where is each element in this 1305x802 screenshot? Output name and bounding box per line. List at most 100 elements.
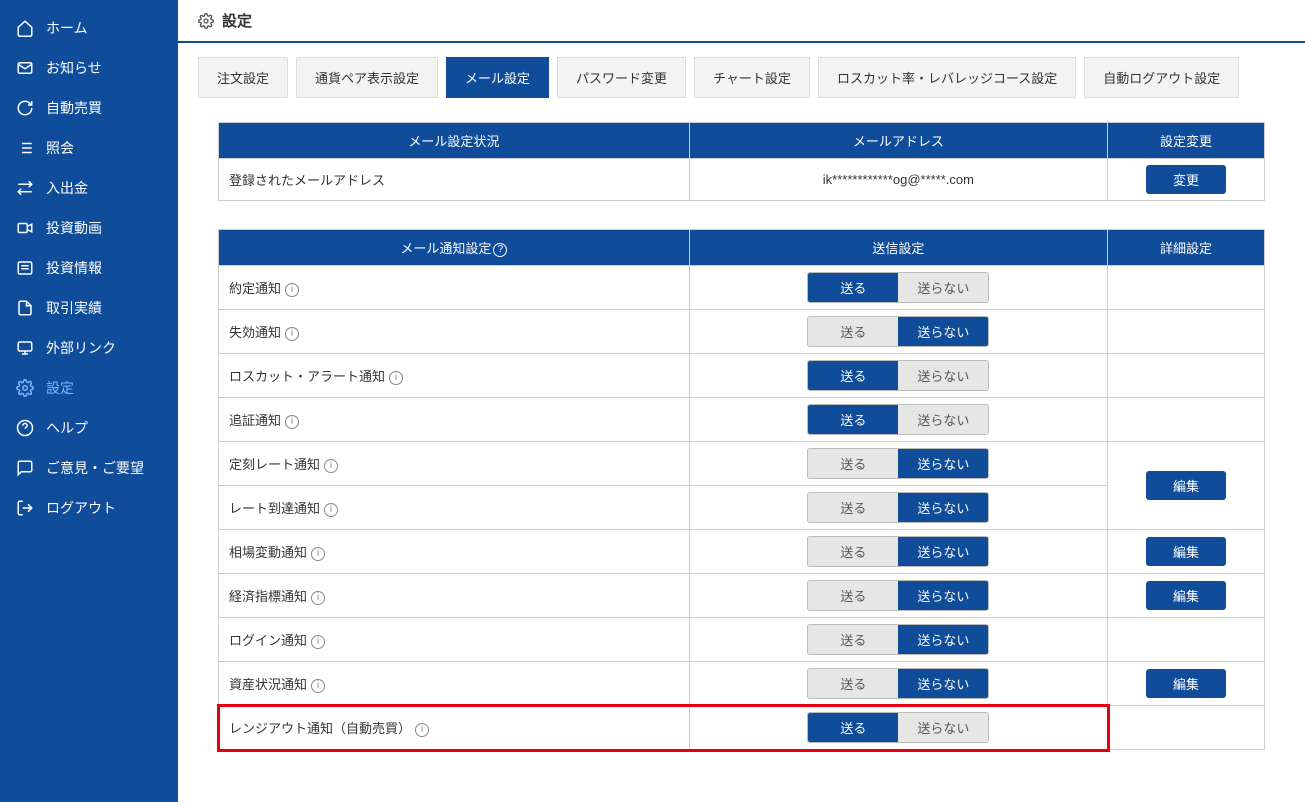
nosend-option[interactable]: 送らない	[898, 537, 988, 566]
sidebar-item-label: ヘルプ	[46, 418, 88, 438]
nosend-option[interactable]: 送らない	[898, 669, 988, 698]
notify-label: 相場変動通知i	[219, 530, 690, 574]
send-option[interactable]: 送る	[808, 537, 898, 566]
send-toggle[interactable]: 送る送らない	[807, 580, 989, 611]
notify-label: 約定通知i	[219, 266, 690, 310]
notify-header-detail: 詳細設定	[1108, 230, 1265, 266]
info-icon[interactable]: i	[311, 547, 325, 561]
send-toggle[interactable]: 送る送らない	[807, 624, 989, 655]
sidebar-item-inquiry[interactable]: 照会	[0, 128, 178, 168]
detail-cell: 編集	[1108, 662, 1265, 706]
info-icon[interactable]: i	[285, 327, 299, 341]
info-icon[interactable]: i	[311, 635, 325, 649]
notify-row: レンジアウト通知（自動売買）i送る送らない	[219, 706, 1265, 750]
sidebar-item-history[interactable]: 取引実績	[0, 288, 178, 328]
send-option[interactable]: 送る	[808, 449, 898, 478]
nosend-option[interactable]: 送らない	[898, 273, 988, 302]
send-option[interactable]: 送る	[808, 361, 898, 390]
info-icon[interactable]: i	[389, 371, 403, 385]
tab-4[interactable]: チャート設定	[694, 57, 810, 98]
send-toggle[interactable]: 送る送らない	[807, 492, 989, 523]
sidebar-item-info[interactable]: 投資情報	[0, 248, 178, 288]
notify-row: 経済指標通知i送る送らない編集	[219, 574, 1265, 618]
nosend-option[interactable]: 送らない	[898, 493, 988, 522]
detail-cell	[1108, 266, 1265, 310]
info-icon[interactable]: i	[285, 415, 299, 429]
sidebar-item-auto[interactable]: 自動売買	[0, 88, 178, 128]
detail-cell: 編集	[1108, 530, 1265, 574]
tab-2[interactable]: メール設定	[446, 57, 549, 98]
send-toggle[interactable]: 送る送らない	[807, 448, 989, 479]
nosend-option[interactable]: 送らない	[898, 317, 988, 346]
send-toggle[interactable]: 送る送らない	[807, 668, 989, 699]
edit-button[interactable]: 編集	[1146, 471, 1226, 500]
page-header: 設定	[178, 0, 1305, 43]
sidebar-item-external[interactable]: 外部リンク	[0, 328, 178, 368]
send-toggle[interactable]: 送る送らない	[807, 404, 989, 435]
sidebar-item-home[interactable]: ホーム	[0, 8, 178, 48]
sidebar-item-deposit[interactable]: 入出金	[0, 168, 178, 208]
sidebar-item-feedback[interactable]: ご意見・ご要望	[0, 448, 178, 488]
content: 設定 注文設定通貨ペア表示設定メール設定パスワード変更チャート設定ロスカット率・…	[178, 0, 1305, 802]
change-email-button[interactable]: 変更	[1146, 165, 1226, 194]
send-option[interactable]: 送る	[808, 713, 898, 742]
send-toggle[interactable]: 送る送らない	[807, 316, 989, 347]
edit-button[interactable]: 編集	[1146, 669, 1226, 698]
tab-6[interactable]: 自動ログアウト設定	[1084, 57, 1239, 98]
send-toggle[interactable]: 送る送らない	[807, 712, 989, 743]
detail-cell	[1108, 354, 1265, 398]
sidebar-item-video[interactable]: 投資動画	[0, 208, 178, 248]
sidebar-item-logout[interactable]: ログアウト	[0, 488, 178, 528]
notify-row: 約定通知i 送る送らない	[219, 266, 1265, 310]
info-icon[interactable]: i	[415, 723, 429, 737]
send-option[interactable]: 送る	[808, 317, 898, 346]
info-icon[interactable]: i	[324, 459, 338, 473]
sidebar-item-help[interactable]: ヘルプ	[0, 408, 178, 448]
notify-header-name: メール通知設定?	[219, 230, 690, 266]
send-option[interactable]: 送る	[808, 405, 898, 434]
notify-row: 相場変動通知i 送る送らない 編集	[219, 530, 1265, 574]
sidebar-item-label: ログアウト	[46, 498, 116, 518]
help-badge-icon[interactable]: ?	[493, 243, 507, 257]
sidebar-item-label: 外部リンク	[46, 338, 116, 358]
tab-1[interactable]: 通貨ペア表示設定	[296, 57, 438, 98]
send-setting-cell: 送る送らない	[689, 266, 1107, 310]
detail-cell	[1108, 618, 1265, 662]
notify-label: 失効通知i	[219, 310, 690, 354]
sidebar-item-label: ご意見・ご要望	[46, 458, 144, 478]
email-header-change: 設定変更	[1108, 123, 1265, 159]
send-option[interactable]: 送る	[808, 625, 898, 654]
send-option[interactable]: 送る	[808, 581, 898, 610]
gear-icon	[16, 379, 34, 397]
nosend-option[interactable]: 送らない	[898, 713, 988, 742]
info-icon[interactable]: i	[311, 679, 325, 693]
info-icon[interactable]: i	[311, 591, 325, 605]
nosend-option[interactable]: 送らない	[898, 361, 988, 390]
notify-row: 定刻レート通知i送る送らない編集	[219, 442, 1265, 486]
edit-button[interactable]: 編集	[1146, 537, 1226, 566]
edit-button[interactable]: 編集	[1146, 581, 1226, 610]
send-option[interactable]: 送る	[808, 493, 898, 522]
tab-0[interactable]: 注文設定	[198, 57, 288, 98]
send-toggle[interactable]: 送る送らない	[807, 536, 989, 567]
info-icon[interactable]: i	[285, 283, 299, 297]
send-toggle[interactable]: 送る送らない	[807, 360, 989, 391]
nosend-option[interactable]: 送らない	[898, 581, 988, 610]
notify-row: 追証通知i送る送らない	[219, 398, 1265, 442]
email-status: 登録されたメールアドレス	[219, 159, 690, 201]
sidebar-item-settings[interactable]: 設定	[0, 368, 178, 408]
send-option[interactable]: 送る	[808, 273, 898, 302]
help-icon	[16, 419, 34, 437]
notify-header-send: 送信設定	[689, 230, 1107, 266]
tab-5[interactable]: ロスカット率・レバレッジコース設定	[818, 57, 1076, 98]
sidebar-item-news[interactable]: お知らせ	[0, 48, 178, 88]
nosend-option[interactable]: 送らない	[898, 405, 988, 434]
sidebar-item-label: 自動売買	[46, 98, 102, 118]
tab-3[interactable]: パスワード変更	[557, 57, 686, 98]
nosend-option[interactable]: 送らない	[898, 625, 988, 654]
nosend-option[interactable]: 送らない	[898, 449, 988, 478]
sidebar-item-label: 照会	[46, 138, 74, 158]
info-icon[interactable]: i	[324, 503, 338, 517]
send-option[interactable]: 送る	[808, 669, 898, 698]
send-toggle[interactable]: 送る送らない	[807, 272, 989, 303]
